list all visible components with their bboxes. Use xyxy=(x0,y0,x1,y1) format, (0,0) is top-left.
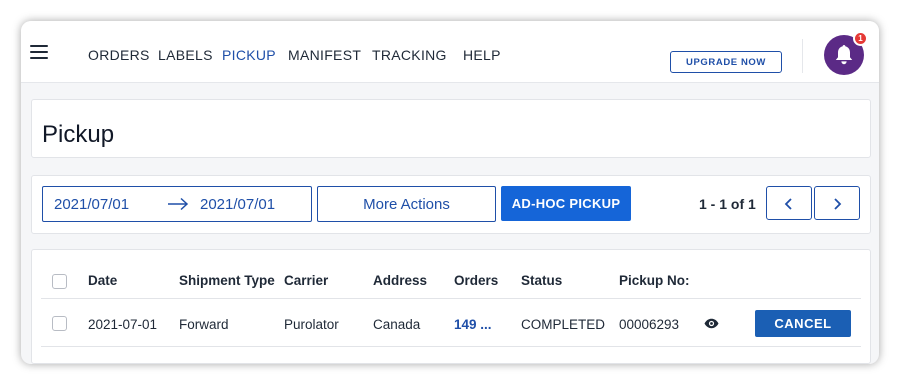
app-window: ORDERS LABELS PICKUP MANIFEST TRACKING H… xyxy=(21,21,879,364)
column-header-shipment-type: Shipment Type xyxy=(179,273,275,288)
cell-pickup-no: 00006293 xyxy=(619,317,680,332)
menu-icon[interactable] xyxy=(30,45,48,59)
page-title: Pickup xyxy=(42,121,115,148)
column-header-carrier: Carrier xyxy=(284,273,329,288)
more-actions-button[interactable]: More Actions xyxy=(317,186,496,222)
cell-carrier: Purolator xyxy=(284,317,339,332)
toolbar: 2021/07/01 2021/07/01 More Actions AD-HO… xyxy=(31,175,871,234)
row-checkbox[interactable] xyxy=(52,316,67,331)
select-all-checkbox[interactable] xyxy=(52,274,67,289)
cancel-button[interactable]: CANCEL xyxy=(755,310,851,337)
column-header-status: Status xyxy=(521,273,563,288)
notifications-button[interactable]: 1 xyxy=(824,31,868,75)
header-divider xyxy=(41,298,861,299)
cell-status: COMPLETED xyxy=(521,317,606,332)
nav-manifest[interactable]: MANIFEST xyxy=(288,47,361,63)
chevron-left-icon xyxy=(784,198,792,210)
row-divider xyxy=(41,346,861,347)
nav-pickup[interactable]: PICKUP xyxy=(222,47,276,63)
adhoc-pickup-button[interactable]: AD-HOC PICKUP xyxy=(501,186,631,221)
next-page-button[interactable] xyxy=(814,186,860,220)
nav-orders[interactable]: ORDERS xyxy=(88,47,150,63)
previous-page-button[interactable] xyxy=(766,186,812,220)
top-bar: ORDERS LABELS PICKUP MANIFEST TRACKING H… xyxy=(21,21,879,83)
column-header-address: Address xyxy=(373,273,428,288)
cell-date: 2021-07-01 xyxy=(88,317,158,332)
nav-labels[interactable]: LABELS xyxy=(158,47,213,63)
pager-count: 1 - 1 of 1 xyxy=(699,196,756,212)
nav-tracking[interactable]: TRACKING xyxy=(372,47,447,63)
date-from: 2021/07/01 xyxy=(54,196,130,213)
cell-shipment-type: Forward xyxy=(179,317,229,332)
divider xyxy=(802,39,803,73)
arrow-right-icon xyxy=(168,197,189,211)
pickup-table: Date Shipment Type Carrier Address Order… xyxy=(31,249,871,364)
cell-orders-link[interactable]: 149 ... xyxy=(454,317,492,332)
date-to: 2021/07/01 xyxy=(200,196,276,213)
title-card: Pickup xyxy=(31,99,871,158)
column-header-date: Date xyxy=(88,273,118,288)
eye-icon[interactable] xyxy=(704,318,719,329)
date-range-picker[interactable]: 2021/07/01 2021/07/01 xyxy=(42,186,312,222)
column-header-pickup-no: Pickup No: xyxy=(619,273,690,288)
chevron-right-icon xyxy=(834,198,842,210)
column-header-orders: Orders xyxy=(454,273,499,288)
upgrade-now-button[interactable]: UPGRADE NOW xyxy=(670,51,782,73)
bell-icon xyxy=(835,45,853,65)
cell-address: Canada xyxy=(373,317,421,332)
nav-help[interactable]: HELP xyxy=(463,47,501,63)
notification-badge: 1 xyxy=(853,31,868,46)
